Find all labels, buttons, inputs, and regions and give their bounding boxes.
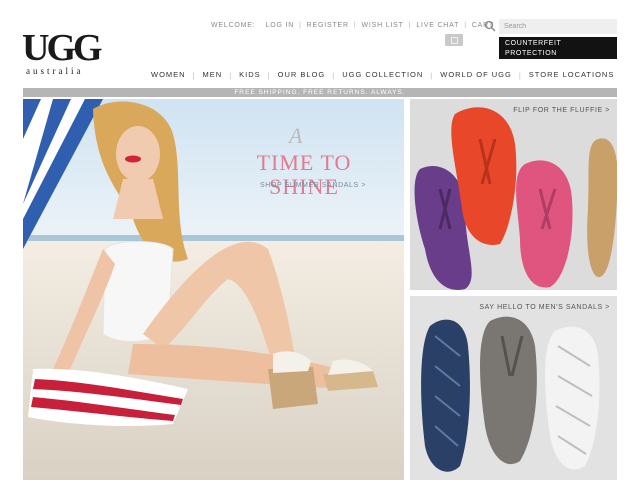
- fluffie-flip-flops-promo[interactable]: FLIP FOR THE FLUFFIE >: [410, 99, 617, 290]
- ugg-logo[interactable]: UGG australia: [22, 27, 108, 78]
- search-input[interactable]: [499, 19, 617, 34]
- utility-nav: WELCOME: LOG IN | REGISTER | WISH LIST |…: [206, 21, 499, 31]
- mens-sandals-image: [410, 296, 617, 480]
- fluffie-flip-flops-image: [410, 99, 617, 290]
- welcome-text: WELCOME:: [211, 22, 256, 29]
- wishlist-link[interactable]: WISH LIST: [356, 21, 408, 31]
- counterfeit-label: COUNTERFEIT PROTECTION: [505, 40, 562, 57]
- login-link[interactable]: LOG IN: [261, 21, 300, 31]
- search-icon[interactable]: [484, 20, 496, 32]
- nav-world-of-ugg[interactable]: WORLD OF UGG: [433, 69, 519, 81]
- hero-script-letter: A: [289, 123, 303, 148]
- logo-mark: UGG: [22, 27, 103, 69]
- register-link[interactable]: REGISTER: [302, 21, 354, 31]
- hero-banner[interactable]: A TIME TO SHINE SHOP SUMMER SANDALS >: [23, 99, 404, 480]
- main-nav: WOMEN | MEN | KIDS | OUR BLOG | UGG COLL…: [144, 69, 621, 81]
- hero-title: TIME TO SHINE: [256, 150, 352, 199]
- mens-sandals-promo[interactable]: SAY HELLO TO MEN'S SANDALS >: [410, 296, 617, 480]
- counterfeit-protection-button[interactable]: COUNTERFEIT PROTECTION >: [499, 37, 617, 67]
- mens-panel-label: SAY HELLO TO MEN'S SANDALS >: [479, 304, 610, 311]
- nav-ugg-collection[interactable]: UGG COLLECTION: [335, 69, 430, 81]
- nav-men[interactable]: MEN: [196, 69, 230, 81]
- nav-kids[interactable]: KIDS: [232, 69, 268, 81]
- cart-icon[interactable]: [445, 34, 463, 46]
- promo-banner[interactable]: FREE SHIPPING. FREE RETURNS. ALWAYS.: [23, 88, 617, 97]
- nav-women[interactable]: WOMEN: [144, 69, 193, 81]
- nav-store-locations[interactable]: STORE LOCATIONS: [522, 69, 622, 81]
- shop-summer-sandals-link[interactable]: SHOP SUMMER SANDALS >: [260, 182, 366, 189]
- fluffie-panel-label: FLIP FOR THE FLUFFIE >: [513, 107, 610, 114]
- livechat-link[interactable]: LIVE CHAT: [411, 21, 464, 31]
- nav-our-blog[interactable]: OUR BLOG: [271, 69, 333, 81]
- counterfeit-arrow: >: [606, 60, 611, 67]
